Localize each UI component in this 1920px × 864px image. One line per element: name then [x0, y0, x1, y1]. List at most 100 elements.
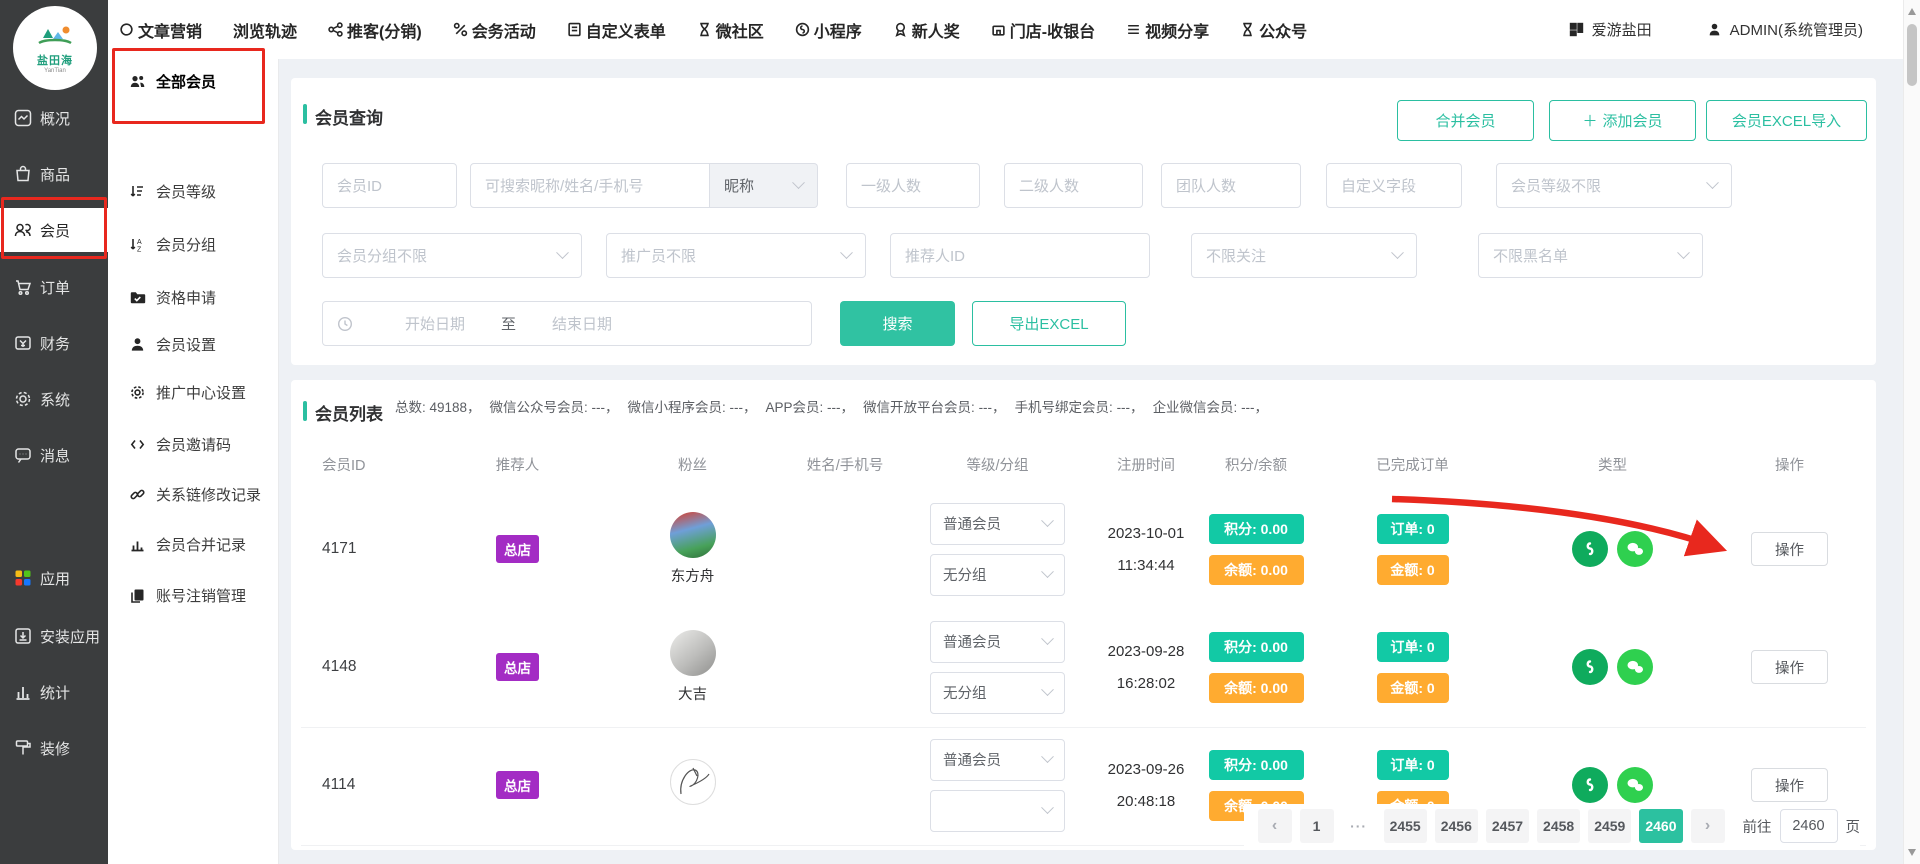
page-button[interactable]: 2458 [1537, 809, 1580, 843]
sidebar-item-finance[interactable]: 财务 [0, 321, 108, 365]
submenu-item-account-cancel[interactable]: 账号注销管理 [108, 577, 279, 613]
row-action-button[interactable]: 操作 [1751, 650, 1828, 684]
nav-item-distribution[interactable]: 推客(分销) [328, 18, 422, 42]
sidebar-item-messages[interactable]: 消息 [0, 433, 108, 477]
member-level-row-select[interactable]: 普通会员 [930, 621, 1065, 663]
overview-icon [13, 108, 33, 128]
button-label: 导出EXCEL [1009, 313, 1088, 334]
fan-nickname: 大吉 [678, 683, 707, 704]
current-page-button[interactable]: 2460 [1639, 809, 1682, 843]
fan-avatar[interactable] [670, 630, 716, 676]
merchant-switcher[interactable]: 爱游盐田 [1569, 19, 1652, 40]
level2-count-input[interactable]: 二级人数 [1004, 163, 1143, 208]
promoter-select[interactable]: 推广员不限 [606, 233, 866, 278]
submenu-item-member-settings[interactable]: 会员设置 [108, 326, 279, 362]
orders-badge: 订单: 0 [1377, 632, 1449, 662]
sidebar-item-statistics[interactable]: 统计 [0, 670, 108, 714]
nav-item-mini-program[interactable]: 小程序 [795, 18, 862, 42]
scrollbar-up-arrow[interactable] [1908, 8, 1916, 15]
member-id-input[interactable]: 会员ID [322, 163, 457, 208]
keyword-type-select[interactable]: 昵称 [710, 163, 818, 208]
keyword-search-input[interactable]: 可搜索昵称/姓名/手机号 [470, 163, 710, 208]
page-button[interactable]: 1 [1300, 809, 1334, 843]
member-group-select[interactable]: 会员分组不限 [322, 233, 582, 278]
panel-title-accent [303, 401, 307, 421]
next-page-button[interactable]: › [1691, 809, 1725, 843]
search-button[interactable]: 搜索 [840, 301, 955, 346]
scrollbar-thumb[interactable] [1907, 24, 1917, 86]
sidebar-item-goods[interactable]: 商品 [0, 152, 108, 196]
sidebar-item-orders[interactable]: 订单 [0, 265, 108, 309]
row-action-button[interactable]: 操作 [1751, 768, 1828, 802]
placeholder-text: 二级人数 [1019, 175, 1079, 196]
col-referrer: 推荐人 [440, 454, 595, 475]
team-count-input[interactable]: 团队人数 [1161, 163, 1301, 208]
nav-item-custom-form[interactable]: 自定义表单 [567, 18, 666, 42]
member-group-row-select[interactable]: 无分组 [930, 554, 1065, 596]
sidebar-item-install-apps[interactable]: 安装应用 [0, 614, 108, 658]
sidebar-item-label: 装修 [40, 738, 70, 759]
nav-item-official-account[interactable]: 公众号 [1240, 18, 1307, 42]
member-level-row-select[interactable]: 普通会员 [930, 739, 1065, 781]
level1-count-input[interactable]: 一级人数 [846, 163, 980, 208]
member-list-panel: 会员列表 总数: 49188， 微信公众号会员: ---， 微信小程序会员: -… [291, 380, 1876, 850]
page-scrollbar[interactable] [1903, 0, 1920, 864]
follow-filter-select[interactable]: 不限关注 [1191, 233, 1417, 278]
app-logo[interactable]: 盐田海 YanTian [13, 6, 97, 90]
nav-item-micro-community[interactable]: 微社区 [697, 18, 764, 42]
admin-menu[interactable]: ADMIN(系统管理员) [1707, 19, 1863, 40]
referrer-id-input[interactable]: 推荐人ID [890, 233, 1150, 278]
member-excel-import-button[interactable]: 会员EXCEL导入 [1706, 100, 1867, 141]
submenu-item-relation-log[interactable]: 关系链修改记录 [108, 476, 279, 512]
nav-item-video-share[interactable]: 视频分享 [1126, 18, 1209, 42]
member-level-row-select[interactable]: 普通会员 [930, 503, 1065, 545]
submenu-item-merge-log[interactable]: 会员合并记录 [108, 526, 279, 562]
page-button[interactable]: 2455 [1384, 809, 1427, 843]
scrollbar-down-arrow[interactable] [1908, 849, 1916, 856]
submenu-item-member-group[interactable]: AZ 会员分组 [108, 226, 279, 262]
submenu-item-label: 资格申请 [156, 287, 216, 308]
nav-item-store-cashier[interactable]: 门店-收银台 [991, 18, 1095, 42]
share-icon [328, 22, 343, 37]
submenu-item-qualification[interactable]: 资格申请 [108, 279, 279, 315]
member-id: 4171 [291, 540, 440, 558]
sidebar-item-decorate[interactable]: 装修 [0, 726, 108, 770]
end-date-placeholder: 结束日期 [552, 313, 612, 334]
submenu-item-label: 会员设置 [156, 334, 216, 355]
member-group-row-select[interactable]: 无分组 [930, 672, 1065, 714]
page-button[interactable]: 2457 [1486, 809, 1529, 843]
member-group-row-select[interactable] [930, 790, 1065, 832]
date-range-input[interactable]: 开始日期 至 结束日期 [322, 301, 812, 346]
nav-item-newcomer-award[interactable]: 新人奖 [893, 18, 960, 42]
prev-page-button[interactable]: ‹ [1258, 809, 1292, 843]
nav-item-conference[interactable]: 会务活动 [453, 18, 536, 42]
page-button[interactable]: 2459 [1588, 809, 1631, 843]
col-level-group: 等级/分组 [900, 454, 1095, 475]
fan-avatar[interactable] [670, 759, 716, 805]
goto-page-input[interactable]: 2460 [1780, 809, 1838, 843]
sidebar-item-apps[interactable]: 应用 [0, 556, 108, 600]
chain-icon [129, 486, 146, 503]
sidebar-item-overview[interactable]: 概况 [0, 96, 108, 140]
submenu-item-invite-code[interactable]: 会员邀请码 [108, 426, 279, 462]
page-button[interactable]: 2456 [1435, 809, 1478, 843]
fan-avatar[interactable] [670, 512, 716, 558]
add-member-button[interactable]: ＋ 添加会员 [1549, 100, 1696, 141]
stat-open-platform: 微信开放平台会员: ---， [863, 396, 1006, 416]
member-level-select[interactable]: 会员等级不限 [1496, 163, 1732, 208]
blacklist-filter-select[interactable]: 不限黑名单 [1478, 233, 1703, 278]
points-badge: 积分: 0.00 [1209, 514, 1304, 544]
submenu-item-member-level[interactable]: 会员等级 [108, 173, 279, 209]
row-action-button[interactable]: 操作 [1751, 532, 1828, 566]
submenu-item-promotion-settings[interactable]: 推广中心设置 [108, 374, 279, 410]
pagination-ellipsis[interactable]: ··· [1342, 809, 1376, 843]
export-excel-button[interactable]: 导出EXCEL [972, 301, 1126, 346]
sidebar-item-members[interactable]: 会员 [0, 208, 108, 252]
nav-item-browse-track[interactable]: 浏览轨迹 [233, 18, 297, 42]
nav-item-article-marketing[interactable]: 文章营销 [119, 18, 202, 42]
sidebar-item-system[interactable]: 系统 [0, 377, 108, 421]
merge-members-button[interactable]: 合并会员 [1397, 100, 1534, 141]
nav-label: 浏览轨迹 [233, 18, 297, 42]
custom-field-input[interactable]: 自定义字段 [1326, 163, 1462, 208]
submenu-item-all-members[interactable]: 全部会员 [108, 63, 279, 99]
